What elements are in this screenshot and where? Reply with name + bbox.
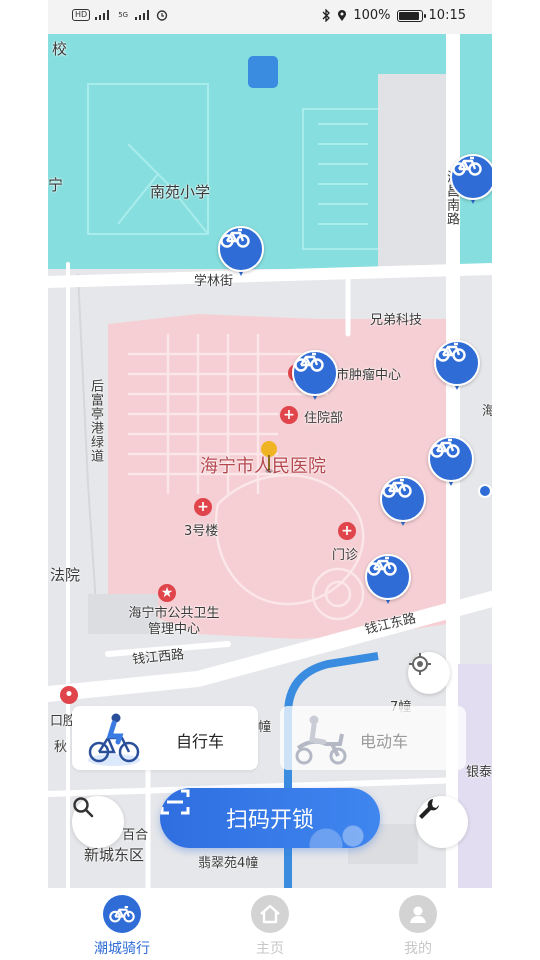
battery-fill: [398, 11, 419, 20]
bike-rider-illustration-icon: [88, 713, 140, 766]
hd-indicator: HD: [72, 9, 91, 21]
user-icon: [399, 895, 437, 933]
map-label-qiu: 秋: [54, 740, 68, 755]
bike-icon: [365, 554, 411, 600]
bike-icon: [380, 476, 426, 522]
tab-label: 潮城骑行: [94, 941, 150, 957]
5g-indicator: 5G: [118, 11, 129, 19]
map-label-building3: 3号楼: [184, 524, 219, 539]
tab-label: 我的: [404, 941, 432, 957]
bike-station-pin[interactable]: [434, 340, 480, 394]
scan-icon: [160, 789, 190, 815]
locate-icon: [409, 653, 431, 675]
tab-riding[interactable]: 潮城骑行: [48, 888, 196, 960]
map-view[interactable]: 校 南苑小学 学林街 兄弟科技 市肿瘤中心 住院部 后富亭港绿道 海宁市人民医院…: [48, 34, 492, 888]
wrench-icon: [419, 799, 439, 819]
battery-percent: 100%: [353, 8, 391, 23]
signal-icon-2: [135, 10, 150, 20]
bike-icon: [428, 436, 474, 482]
tab-profile[interactable]: 我的: [344, 888, 492, 960]
selected-location-pin-icon[interactable]: [260, 440, 278, 474]
battery-icon: [396, 9, 426, 22]
bike-icon: [218, 226, 264, 272]
map-label-nanyuan-school: 南苑小学: [150, 183, 211, 201]
bike-station-pin[interactable]: [292, 350, 338, 404]
location-icon: [338, 10, 347, 21]
bike-icon: [292, 350, 338, 396]
clock: 10:15: [428, 8, 466, 23]
bike-icon: [450, 154, 492, 200]
map-label-feicui: 翡翠苑4幢: [198, 856, 259, 871]
tab-label: 主页: [256, 941, 284, 957]
hospital-poi-icon[interactable]: +: [338, 522, 356, 540]
bike-station-pin[interactable]: [380, 476, 426, 530]
bluetooth-icon: [322, 9, 331, 22]
hospital-poi-icon[interactable]: +: [194, 498, 212, 516]
bike-icon: [103, 895, 141, 933]
repair-button[interactable]: [416, 796, 468, 848]
search-button[interactable]: [72, 796, 124, 848]
bike-station-pin[interactable]: [428, 436, 474, 490]
map-label-tumor-center: 市肿瘤中心: [336, 368, 402, 383]
health-poi-icon[interactable]: ★: [158, 584, 176, 602]
transit-poi-icon[interactable]: [478, 484, 492, 498]
map-label-block: 幢: [258, 720, 272, 735]
tab-home[interactable]: 主页: [196, 888, 344, 960]
bike-type-label: 自行车: [176, 732, 225, 751]
bike-station-pin[interactable]: [218, 226, 264, 280]
search-icon: [73, 797, 94, 818]
map-label-right-hai: 海: [482, 404, 492, 419]
network-indicators: HD 5G: [72, 9, 168, 21]
ebike-type-label: 电动车: [360, 732, 409, 751]
ebike-type-card[interactable]: 电动车: [280, 706, 466, 770]
alarm-icon: [156, 10, 168, 21]
home-icon: [251, 895, 289, 933]
map-label-outpatient: 门诊: [332, 548, 359, 563]
status-bar: HD 5G 100% 10:15: [48, 0, 492, 34]
map-label-court: 法院: [50, 566, 81, 584]
map-label-school: 校: [52, 40, 68, 58]
button-decoration: [290, 788, 380, 848]
ebike-illustration-icon: [295, 715, 347, 765]
bike-type-card[interactable]: 自行车: [72, 706, 258, 770]
signal-icon: [95, 10, 110, 20]
bike-station-pin[interactable]: [450, 154, 492, 208]
map-label-health-center: 海宁市公共卫生管理中心: [128, 606, 220, 637]
map-label-greenway: 后富亭港绿道: [88, 379, 103, 463]
bike-icon: [434, 340, 480, 386]
hospital-poi-icon[interactable]: +: [280, 406, 298, 424]
map-label-xiongdi-tech: 兄弟科技: [370, 313, 423, 328]
scan-unlock-button[interactable]: 扫码开锁: [160, 788, 380, 848]
map-label-yintai: 银泰: [466, 765, 492, 780]
locate-button[interactable]: [408, 652, 450, 694]
bottom-tab-bar: 潮城骑行 主页 我的: [48, 888, 492, 960]
dental-poi-icon[interactable]: •: [60, 686, 78, 704]
map-label-inpatient: 住院部: [304, 411, 344, 426]
bike-station-pin[interactable]: [365, 554, 411, 608]
map-label-left-ning: 宁: [48, 176, 64, 194]
status-right: 100% 10:15: [322, 8, 466, 23]
